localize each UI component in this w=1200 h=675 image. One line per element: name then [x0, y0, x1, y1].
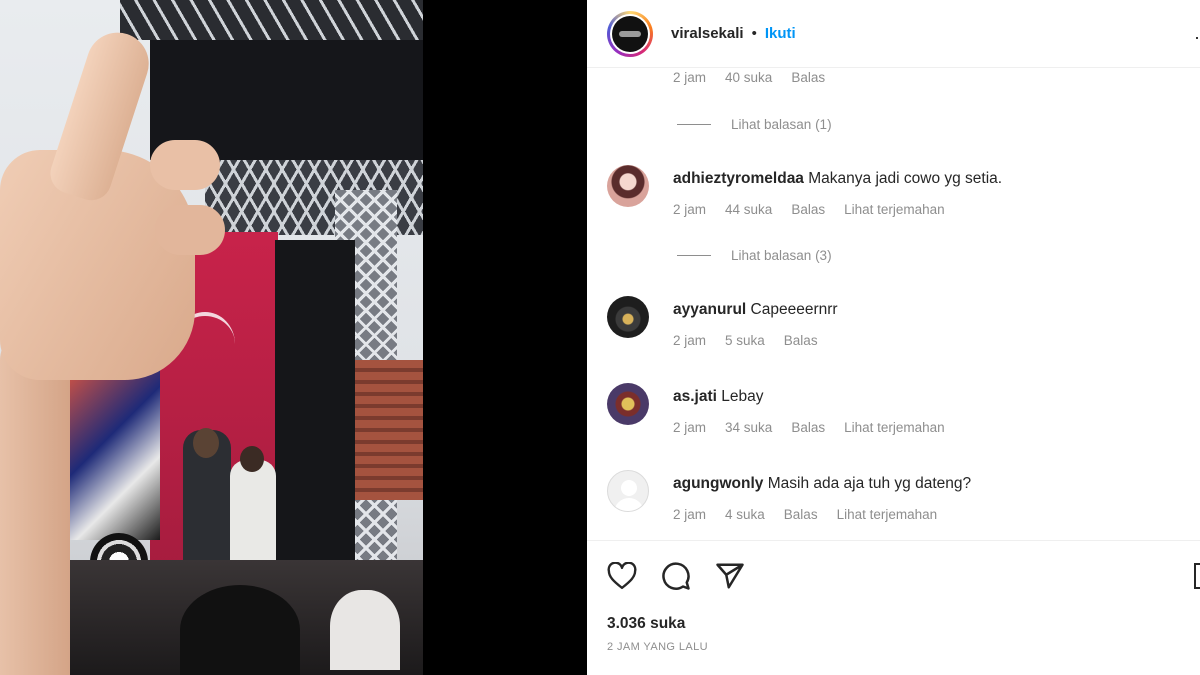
post-actions: 3.036 suka 2 JAM YANG LALU [587, 540, 1200, 675]
comment-meta: 2 jam 4 suka Balas Lihat terjemahan [673, 507, 956, 522]
comment-time: 2 jam [673, 507, 707, 522]
comment-meta: 2 jam 44 suka Balas Lihat terjemahan [673, 202, 964, 217]
comment-item: as.jati Lebay 2 jam 34 suka Balas Lihat … [607, 383, 1197, 443]
default-avatar-icon[interactable] [607, 470, 649, 512]
comment-username[interactable]: ayyanurul [673, 301, 746, 318]
comment-likes[interactable]: 5 suka [725, 333, 765, 348]
comment-text-line: as.jati Lebay [673, 388, 764, 406]
post-username[interactable]: viralsekali [671, 25, 744, 42]
comment-item: ayyanurul Capeeeernrr 2 jam 5 suka Balas [607, 296, 1197, 356]
comment-body: Makanya jadi cowo yg setia. [808, 170, 1003, 187]
comment-text-line: ayyanurul Capeeeernrr [673, 301, 838, 319]
comment-body: Masih ada aja tuh yg dateng? [767, 475, 972, 492]
reply-button[interactable]: Balas [784, 507, 818, 522]
comment-likes[interactable]: 44 suka [725, 202, 772, 217]
profile-avatar[interactable] [607, 10, 653, 57]
post-media[interactable] [0, 0, 423, 675]
stage-curtain [275, 240, 355, 570]
partial-comment-meta: 2 jam 40 suka Balas [673, 70, 844, 85]
reply-button[interactable]: Balas [791, 420, 825, 435]
comment-likes[interactable]: 40 suka [725, 70, 772, 85]
comment-text-line: agungwonly Masih ada aja tuh yg dateng? [673, 475, 971, 493]
replies-line [677, 255, 711, 256]
comment-time: 2 jam [673, 202, 707, 217]
post-timestamp: 2 JAM YANG LALU [607, 641, 708, 653]
post-panel: viralsekali • Ikuti ⋯ 2 jam 40 suka Bala… [587, 0, 1200, 675]
comment-likes[interactable]: 4 suka [725, 507, 765, 522]
comment-username[interactable]: adhieztyromeldaa [673, 170, 804, 187]
raised-hand [0, 24, 230, 675]
reply-button[interactable]: Balas [784, 333, 818, 348]
comment-text-line: adhieztyromeldaa Makanya jadi cowo yg se… [673, 170, 1002, 188]
translate-button[interactable]: Lihat terjemahan [844, 202, 945, 217]
performer-guitarist [230, 446, 276, 570]
comment-body: Lebay [721, 388, 764, 405]
comment-username[interactable]: as.jati [673, 388, 717, 405]
comment-icon[interactable] [659, 559, 693, 593]
heart-icon[interactable] [605, 559, 639, 593]
translate-button[interactable]: Lihat terjemahan [837, 507, 938, 522]
comment-username[interactable]: agungwonly [673, 475, 763, 492]
view-replies-label[interactable]: Lihat balasan (1) [731, 117, 832, 132]
comment-meta: 2 jam 34 suka Balas Lihat terjemahan [673, 420, 964, 435]
comment-meta: 2 jam 5 suka Balas [673, 333, 837, 348]
comment-time: 2 jam [673, 333, 707, 348]
commenter-avatar[interactable] [607, 383, 649, 425]
reply-button[interactable]: Balas [791, 202, 825, 217]
follow-button[interactable]: Ikuti [765, 25, 796, 42]
likes-count[interactable]: 3.036 suka [607, 615, 685, 633]
translate-button[interactable]: Lihat terjemahan [844, 420, 945, 435]
comments-list[interactable]: 2 jam 40 suka Balas Lihat balasan (1) ad… [587, 68, 1200, 540]
post-header: viralsekali • Ikuti ⋯ [587, 0, 1200, 68]
comment-item: agungwonly Masih ada aja tuh yg dateng? … [607, 470, 1197, 530]
view-replies-button[interactable]: Lihat balasan (1) [677, 117, 832, 132]
view-replies-label[interactable]: Lihat balasan (3) [731, 248, 832, 263]
comment-likes[interactable]: 34 suka [725, 420, 772, 435]
more-options-icon[interactable]: ⋯ [1194, 28, 1200, 49]
comment-body: Capeeeernrr [750, 301, 838, 318]
comment-item: adhieztyromeldaa Makanya jadi cowo yg se… [607, 165, 1197, 225]
separator-dot: • [751, 25, 757, 42]
replies-line [677, 124, 711, 125]
bookmark-icon[interactable] [1194, 563, 1200, 589]
commenter-avatar[interactable] [607, 165, 649, 207]
comment-time: 2 jam [673, 70, 707, 85]
comment-time: 2 jam [673, 420, 707, 435]
commenter-avatar[interactable] [607, 296, 649, 338]
roof-tiles [355, 360, 423, 500]
send-icon[interactable] [713, 559, 747, 593]
reply-button[interactable]: Balas [791, 70, 825, 85]
view-replies-button[interactable]: Lihat balasan (3) [677, 248, 832, 263]
